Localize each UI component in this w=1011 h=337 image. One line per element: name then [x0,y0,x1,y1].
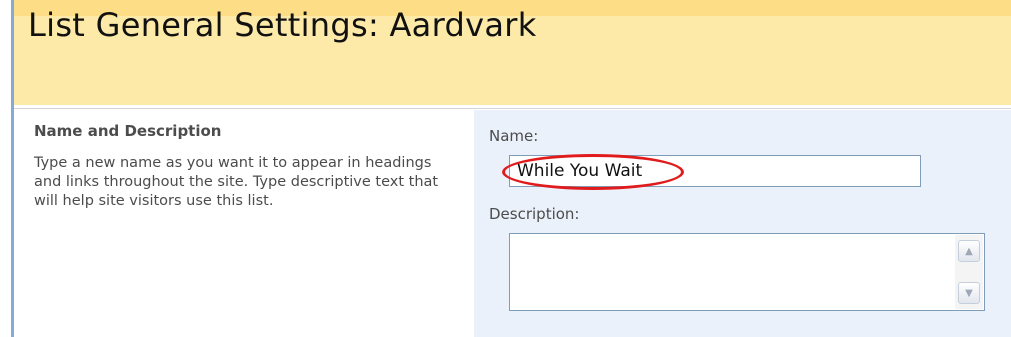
description-label: Description: [489,205,580,223]
left-edge [0,0,11,337]
description-textarea[interactable]: ▲ ▼ [509,233,985,311]
form-panel: Name: Description: ▲ ▼ [474,110,1011,337]
description-scrollbar[interactable]: ▲ ▼ [955,235,983,309]
scroll-down-arrow-icon[interactable]: ▼ [958,282,980,304]
section-heading: Name and Description [34,122,222,140]
section-description-text: Type a new name as you want it to appear… [34,155,439,209]
title-band: List General Settings: Aardvark [14,0,1011,105]
section-divider [14,108,1011,109]
section-description-panel: Name and Description Type a new name as … [14,110,474,337]
name-label: Name: [489,127,539,145]
page-title: List General Settings: Aardvark [28,6,537,44]
name-input[interactable] [509,155,921,187]
scroll-up-arrow-icon[interactable]: ▲ [958,240,980,262]
